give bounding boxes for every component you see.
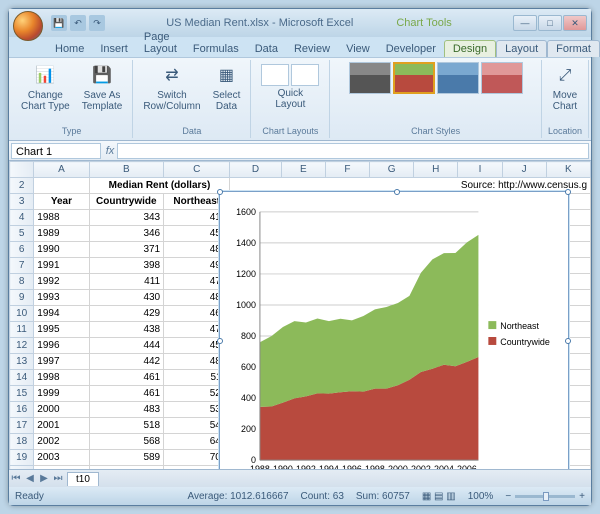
- name-box[interactable]: Chart 1: [11, 143, 101, 159]
- save-icon[interactable]: 💾: [51, 15, 67, 31]
- redo-icon[interactable]: ↷: [89, 15, 105, 31]
- tab-insert[interactable]: Insert: [92, 41, 136, 57]
- formula-input[interactable]: [117, 143, 589, 159]
- tab-view[interactable]: View: [338, 41, 378, 57]
- svg-text:2002: 2002: [411, 464, 431, 469]
- close-button[interactable]: ✕: [563, 15, 587, 31]
- svg-text:1998: 1998: [365, 464, 385, 469]
- embedded-chart[interactable]: 0200400600800100012001400160019881990199…: [219, 191, 569, 469]
- status-sum: Sum: 60757: [356, 491, 410, 502]
- tab-first-icon[interactable]: ⏮: [9, 473, 23, 484]
- worksheet-grid[interactable]: ABCDEFGHIJK2Median Rent (dollars)Source:…: [9, 161, 591, 469]
- tab-page-layout[interactable]: Page Layout: [136, 29, 185, 57]
- chart-style-thumb[interactable]: [481, 62, 523, 94]
- ribbon-tabs: HomeInsertPage LayoutFormulasDataReviewV…: [9, 37, 591, 57]
- tab-layout[interactable]: Layout: [496, 40, 547, 57]
- tab-data[interactable]: Data: [247, 41, 286, 57]
- svg-text:2000: 2000: [388, 464, 408, 469]
- fx-icon[interactable]: fx: [103, 145, 117, 157]
- area-chart: 0200400600800100012001400160019881990199…: [220, 192, 568, 469]
- svg-text:600: 600: [241, 362, 256, 372]
- svg-text:Countrywide: Countrywide: [500, 337, 550, 347]
- svg-text:400: 400: [241, 393, 256, 403]
- zoom-slider[interactable]: −+: [505, 491, 585, 502]
- tab-design[interactable]: Design: [444, 40, 496, 57]
- status-ready: Ready: [15, 491, 44, 502]
- chart-style-thumb[interactable]: [437, 62, 479, 94]
- svg-text:Northeast: Northeast: [500, 321, 539, 331]
- change-chart-type-button[interactable]: 📊Change Chart Type: [17, 62, 74, 114]
- tab-next-icon[interactable]: ▶: [37, 473, 51, 484]
- move-chart-button[interactable]: ⤢Move Chart: [549, 62, 581, 114]
- office-button[interactable]: [13, 11, 43, 41]
- chart-style-thumb[interactable]: [349, 62, 391, 94]
- select-data-button[interactable]: ▦Select Data: [209, 62, 245, 114]
- svg-text:2004: 2004: [434, 464, 454, 469]
- svg-text:1996: 1996: [342, 464, 362, 469]
- switch-row-col-button[interactable]: ⇄Switch Row/Column: [139, 62, 204, 114]
- tab-formulas[interactable]: Formulas: [185, 41, 247, 57]
- status-bar: Ready Average: 1012.616667 Count: 63 Sum…: [9, 487, 591, 505]
- quick-layout-button[interactable]: Quick Layout: [257, 62, 323, 112]
- tab-developer[interactable]: Developer: [378, 41, 444, 57]
- window-title: US Median Rent.xlsx - Microsoft Excel Ch…: [105, 17, 513, 29]
- zoom-level[interactable]: 100%: [468, 491, 494, 502]
- sheet-tab[interactable]: t10: [67, 472, 99, 486]
- svg-text:800: 800: [241, 331, 256, 341]
- svg-text:1200: 1200: [236, 269, 256, 279]
- ribbon: 📊Change Chart Type 💾Save As Template Typ…: [9, 57, 591, 141]
- minimize-button[interactable]: —: [513, 15, 537, 31]
- svg-text:1600: 1600: [236, 207, 256, 217]
- undo-icon[interactable]: ↶: [70, 15, 86, 31]
- sheet-tab-bar: ⏮◀▶⏭ t10: [9, 469, 591, 487]
- tab-format[interactable]: Format: [547, 40, 600, 57]
- svg-text:1988: 1988: [250, 464, 270, 469]
- tab-last-icon[interactable]: ⏭: [51, 473, 65, 484]
- svg-text:1400: 1400: [236, 238, 256, 248]
- status-count: Count: 63: [301, 491, 344, 502]
- save-template-button[interactable]: 💾Save As Template: [78, 62, 127, 114]
- chart-style-thumb[interactable]: [393, 62, 435, 94]
- svg-text:1000: 1000: [236, 300, 256, 310]
- svg-text:2006: 2006: [457, 464, 477, 469]
- status-average: Average: 1012.616667: [188, 491, 289, 502]
- tab-prev-icon[interactable]: ◀: [23, 473, 37, 484]
- quick-access-toolbar: 💾 ↶ ↷: [51, 15, 105, 31]
- tab-review[interactable]: Review: [286, 41, 338, 57]
- chart-styles-gallery[interactable]: [349, 62, 523, 126]
- svg-text:1992: 1992: [296, 464, 316, 469]
- svg-text:1990: 1990: [273, 464, 293, 469]
- formula-bar: Chart 1 fx: [9, 141, 591, 161]
- svg-text:200: 200: [241, 424, 256, 434]
- maximize-button[interactable]: □: [538, 15, 562, 31]
- svg-text:1994: 1994: [319, 464, 339, 469]
- titlebar: 💾 ↶ ↷ US Median Rent.xlsx - Microsoft Ex…: [9, 9, 591, 37]
- tab-home[interactable]: Home: [47, 41, 92, 57]
